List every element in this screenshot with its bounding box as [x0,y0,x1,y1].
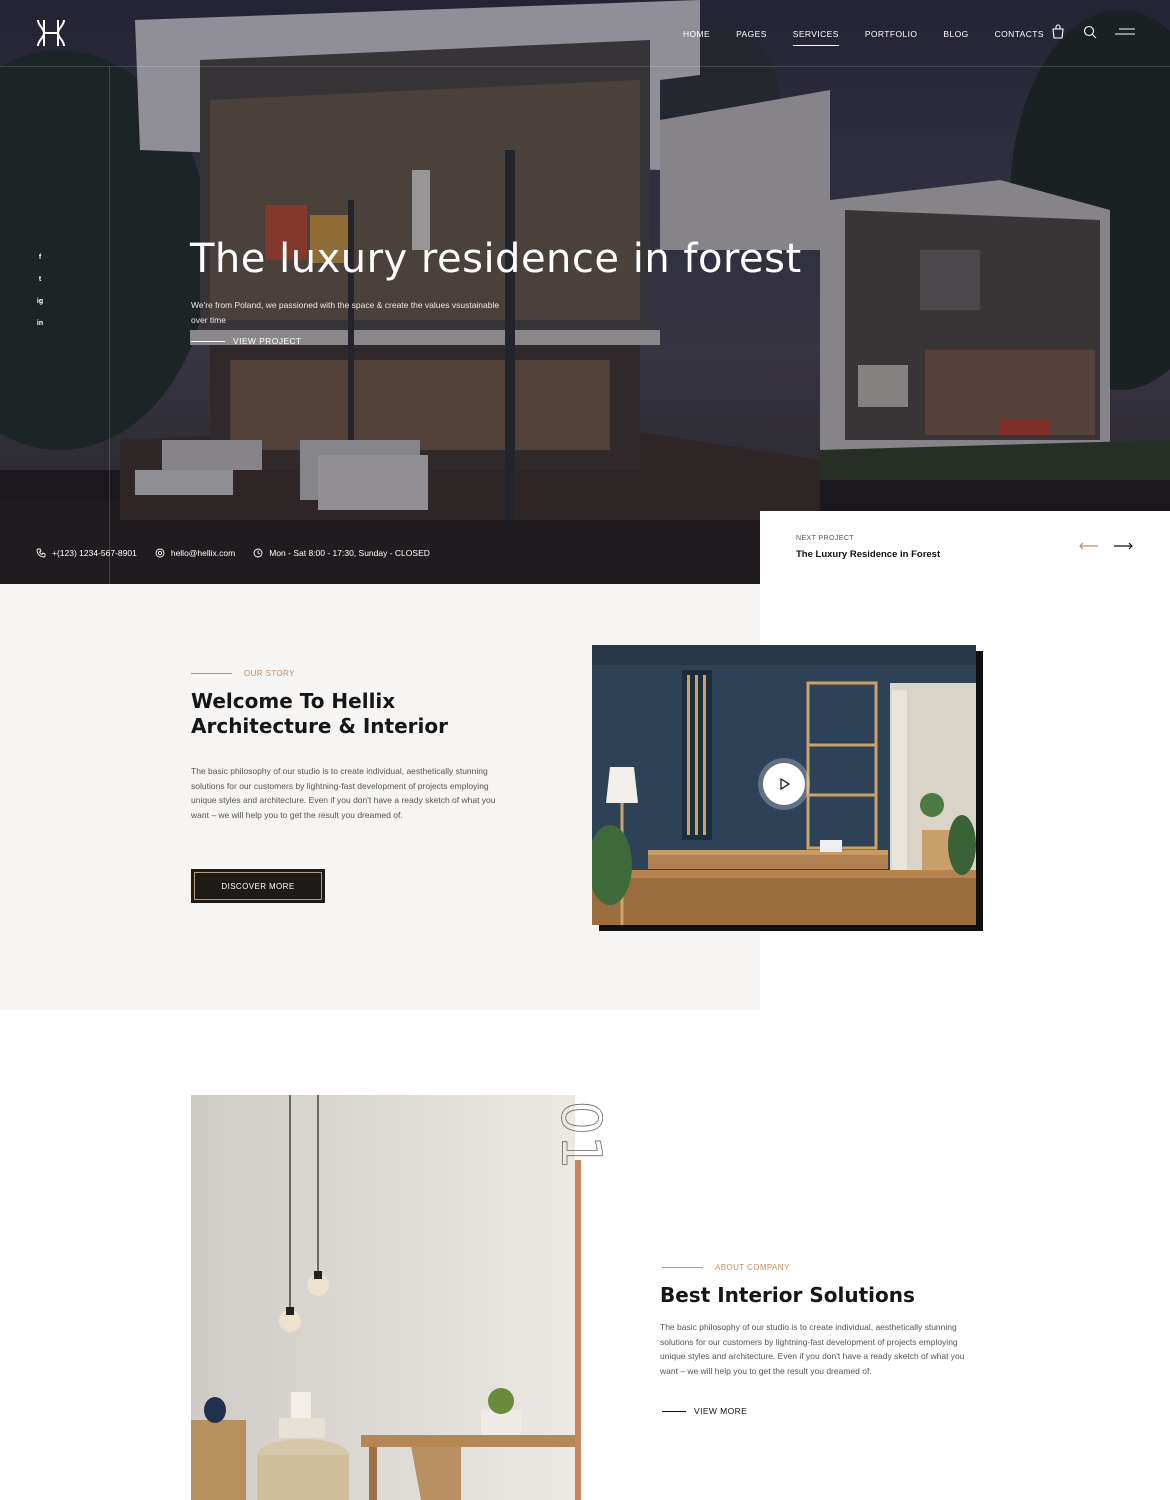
social-links: f t ig in [35,252,45,329]
accent-bar [575,1160,581,1500]
search-icon[interactable] [1083,25,1097,39]
contact-bar: +(123) 1234-567-8901 hello@hellix.com Mo… [36,548,430,558]
link-line [191,340,225,342]
email-text: hello@hellix.com [170,548,236,558]
linkedin-icon[interactable]: in [35,318,45,329]
contact-hours: Mon - Sat 8:00 - 17:30, Sunday - CLOSED [253,548,430,558]
play-icon [780,777,791,791]
story-title-line1: Welcome To Hellix [191,689,396,713]
nav-contacts[interactable]: CONTACTS [995,28,1044,40]
story-title: Welcome To Hellix Architecture & Interio… [191,689,448,739]
hero-title: The luxury residence in forest [190,236,802,282]
instagram-icon[interactable]: ig [35,296,45,307]
main-nav: HOME PAGES SERVICES PORTFOLIO BLOG CONTA… [683,28,1070,46]
story-title-line2: Architecture & Interior [191,714,448,738]
clock-icon [253,548,263,558]
bag-icon[interactable] [1051,24,1065,39]
phone-icon [36,548,46,558]
eyebrow-line [191,673,232,674]
next-project-kicker: NEXT PROJECT [796,535,854,542]
hero-house-image [0,0,1170,584]
header-actions [1051,24,1135,39]
section-number-outline: 01 [549,1100,606,1170]
sidebar-divider [109,66,110,584]
arrow-right-icon[interactable] [1112,541,1134,551]
view-project-link[interactable]: VIEW PROJECT [191,336,302,346]
story-eyebrow: OUR STORY [191,669,295,678]
at-icon [155,548,165,558]
next-project-title[interactable]: The Luxury Residence in Forest [796,549,940,560]
arrow-left-icon[interactable] [1078,541,1100,551]
contact-email[interactable]: hello@hellix.com [155,548,235,558]
hero-section: HOME PAGES SERVICES PORTFOLIO BLOG CONTA… [0,0,1170,584]
hours-text: Mon - Sat 8:00 - 17:30, Sunday - CLOSED [269,548,430,558]
menu-icon[interactable] [1115,26,1135,38]
play-button[interactable] [763,763,805,805]
about-body: The basic philosophy of our studio is to… [660,1322,965,1377]
story-body: The basic philosophy of our studio is to… [191,766,496,821]
interior-lamps-image [191,1095,575,1500]
nav-pages[interactable]: PAGES [736,28,767,40]
view-more-link[interactable]: VIEW MORE [662,1406,747,1416]
nav-portfolio[interactable]: PORTFOLIO [865,28,918,40]
phone-text: +(123) 1234-567-8901 [52,548,137,558]
page: HOME PAGES SERVICES PORTFOLIO BLOG CONTA… [0,0,1170,1500]
twitter-icon[interactable]: t [35,274,45,285]
eyebrow-line [662,1267,703,1268]
discover-more-button[interactable]: DISCOVER MORE [191,869,325,903]
about-photo [191,1095,575,1500]
contact-phone[interactable]: +(123) 1234-567-8901 [36,548,137,558]
nav-services[interactable]: SERVICES [792,28,839,46]
about-title: Best Interior Solutions [660,1283,915,1307]
about-eyebrow-text: ABOUT COMPANY [715,1263,790,1272]
link-line [662,1410,686,1412]
nav-blog[interactable]: BLOG [943,28,968,40]
story-video[interactable] [592,645,976,925]
about-eyebrow: ABOUT COMPANY [662,1263,790,1272]
section-number: 01 [549,1101,606,1170]
header-divider [0,66,1170,67]
nav-home[interactable]: HOME [683,28,710,40]
story-eyebrow-text: OUR STORY [244,669,295,678]
hero-lead: We're from Poland, we passioned with the… [191,300,500,325]
view-project-label: VIEW PROJECT [233,336,302,346]
facebook-icon[interactable]: f [35,252,45,263]
next-project-panel: NEXT PROJECT The Luxury Residence in For… [760,511,1170,584]
view-more-label: VIEW MORE [694,1406,748,1416]
logo-icon[interactable] [34,16,68,50]
